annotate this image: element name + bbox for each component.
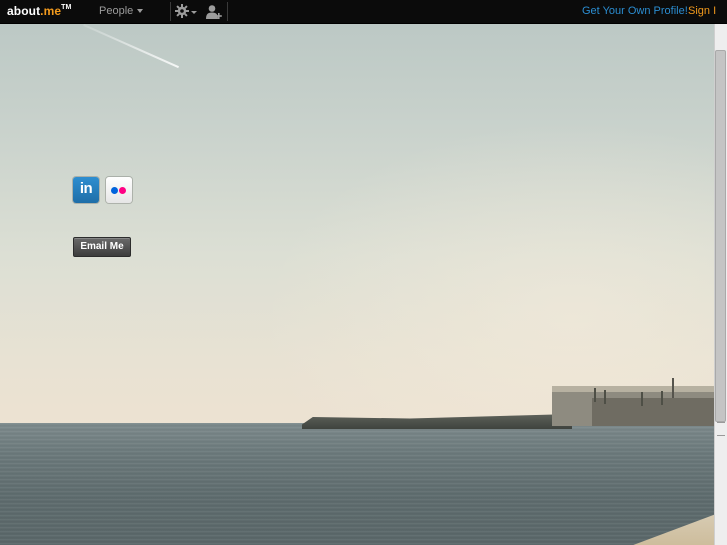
- logo-text: about: [7, 4, 41, 18]
- email-me-button[interactable]: Email Me: [73, 237, 131, 257]
- linkedin-button[interactable]: in: [73, 177, 99, 203]
- palm-tree: [604, 390, 606, 404]
- top-nav-bar: about.meTM People Get Your Own Profile! …: [0, 0, 727, 24]
- antenna: [672, 378, 674, 398]
- flickr-button[interactable]: [106, 177, 132, 203]
- about-me-logo[interactable]: about.meTM: [7, 4, 71, 18]
- linkedin-icon: in: [79, 180, 93, 197]
- flickr-blue-dot: [111, 187, 118, 194]
- palm-tree: [641, 392, 643, 406]
- sign-in-link[interactable]: Sign I: [688, 5, 716, 17]
- palm-tree: [594, 388, 596, 402]
- add-user-button[interactable]: [205, 4, 223, 20]
- people-label: People: [99, 5, 134, 17]
- flickr-pink-dot: [119, 187, 126, 194]
- sea-texture: [0, 423, 727, 545]
- settings-menu-button[interactable]: [175, 4, 199, 20]
- logo-dot-text: .me: [40, 4, 62, 18]
- building-facade: [592, 398, 727, 426]
- logo-trademark: TM: [61, 4, 72, 11]
- get-your-own-profile-link[interactable]: Get Your Own Profile!: [582, 5, 688, 17]
- nav-divider: [170, 2, 171, 21]
- background-photo: [0, 0, 727, 545]
- scrollbar-grip[interactable]: [717, 422, 725, 436]
- chevron-down-icon: [191, 11, 197, 14]
- people-menu[interactable]: People: [99, 5, 144, 17]
- add-user-icon: [206, 5, 222, 19]
- chevron-down-icon: [137, 9, 144, 14]
- nav-divider: [227, 2, 228, 21]
- scrollbar-thumb[interactable]: [715, 50, 726, 422]
- vertical-scrollbar[interactable]: [714, 24, 727, 545]
- gear-icon: [175, 4, 189, 18]
- palm-tree: [661, 391, 663, 405]
